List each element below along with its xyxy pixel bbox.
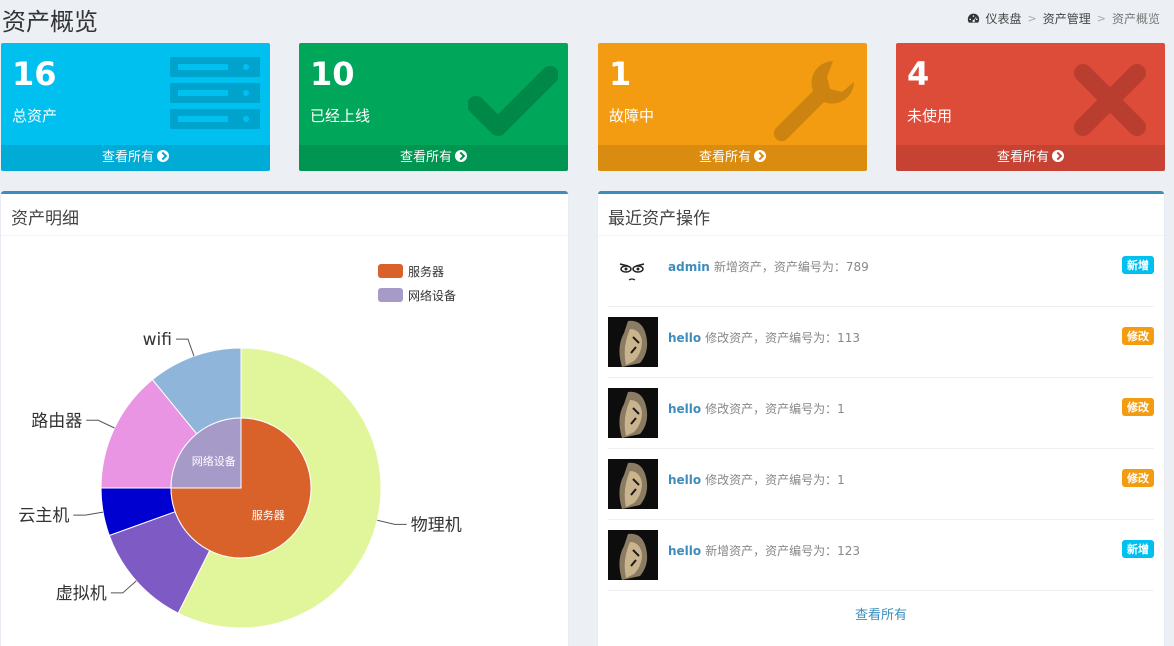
pie-chart: 物理机虚拟机云主机路由器wifi服务器网络设备服务器网络设备 xyxy=(18,264,462,629)
legend-label: 网络设备 xyxy=(408,288,456,303)
stat-label: 未使用 xyxy=(907,107,953,125)
operation-text: admin 新增资产，资产编号为：789 xyxy=(668,258,869,275)
breadcrumb-separator: > xyxy=(1096,12,1106,25)
view-all-link[interactable]: 查看所有 xyxy=(299,145,568,171)
slice-label: 路由器 xyxy=(31,411,82,431)
slice-label: 物理机 xyxy=(411,515,462,535)
operation-action: 新增资产，资产编号为：789 xyxy=(713,260,869,274)
stat-label: 总资产 xyxy=(12,107,58,125)
operation-user[interactable]: hello xyxy=(668,402,701,416)
server-icon xyxy=(170,57,260,129)
operation-action: 修改资产，资产编号为：1 xyxy=(705,402,845,416)
operation-badge: 修改 xyxy=(1122,469,1154,487)
view-all-link[interactable]: 查看所有 xyxy=(598,145,867,171)
inner-slice-label: 服务器 xyxy=(252,509,285,522)
arrow-circle-right-icon xyxy=(157,150,169,162)
breadcrumb-separator: > xyxy=(1027,12,1037,25)
legend-label: 服务器 xyxy=(408,264,444,279)
view-all-link[interactable]: 查看所有 xyxy=(1,145,270,171)
arrow-circle-right-icon xyxy=(1052,150,1064,162)
stat-value: 4 xyxy=(907,55,930,93)
stat-value: 10 xyxy=(310,55,355,93)
slice-label: 虚拟机 xyxy=(56,584,107,604)
label-line xyxy=(86,419,115,429)
breadcrumb-dashboard[interactable]: 仪表盘 xyxy=(986,10,1022,27)
legend-swatch xyxy=(378,288,403,302)
dark-photo-avatar xyxy=(608,388,658,438)
operation-item: hello 新增资产，资产编号为：123 新增 xyxy=(608,520,1154,591)
legend-swatch xyxy=(378,264,403,278)
asset-chart: 物理机 虚拟机 云主机 路由器 wifi 服务器 网络设备 服务器 网络设备 xyxy=(1,238,567,646)
asset-detail-panel: 资产明细 物理机 虚拟机 云主机 路由器 wifi 服务器 网络设备 服务器 网络设备 xyxy=(1,191,568,646)
arrow-circle-right-icon xyxy=(455,150,467,162)
label-line xyxy=(175,338,195,357)
operation-text: hello 新增资产，资产编号为：123 xyxy=(668,542,860,559)
operation-item: admin 新增资产，资产编号为：789 新增 xyxy=(608,236,1154,307)
slice-label: wifi xyxy=(143,330,172,350)
stat-box-unused: 4 未使用 查看所有 xyxy=(896,43,1165,171)
dark-photo-avatar xyxy=(608,459,658,509)
operation-text: hello 修改资产，资产编号为：113 xyxy=(668,329,860,346)
recent-operations-panel: 最近资产操作 admin 新增资产，资产编号为：789 新增 hello 修改资产，资产… xyxy=(598,191,1164,646)
operation-action: 新增资产，资产编号为：123 xyxy=(705,544,861,558)
operation-badge: 新增 xyxy=(1122,256,1154,274)
x-icon xyxy=(1074,64,1146,136)
operation-badge: 修改 xyxy=(1122,398,1154,416)
dark-photo-avatar xyxy=(608,317,658,367)
stat-box-total: 16 总资产 查看所有 xyxy=(1,43,270,171)
operation-badge: 修改 xyxy=(1122,327,1154,345)
stat-value: 1 xyxy=(609,55,632,93)
panel-title: 最近资产操作 xyxy=(598,194,1164,236)
page-title: 资产概览 xyxy=(2,8,98,36)
arrow-circle-right-icon xyxy=(754,150,766,162)
view-all-link[interactable]: 查看所有 xyxy=(896,145,1165,171)
label-line xyxy=(73,511,104,516)
wrench-icon xyxy=(773,61,854,142)
view-all-operations-link[interactable]: 查看所有 xyxy=(598,591,1164,623)
operation-action: 修改资产，资产编号为：1 xyxy=(705,473,845,487)
operation-user[interactable]: admin xyxy=(668,260,710,274)
inner-slice-label: 网络设备 xyxy=(192,454,236,468)
stat-label: 故障中 xyxy=(609,107,655,125)
slice-label: 云主机 xyxy=(18,506,69,526)
panel-title: 资产明细 xyxy=(1,194,568,236)
operation-user[interactable]: hello xyxy=(668,473,701,487)
operation-user[interactable]: hello xyxy=(668,331,701,345)
breadcrumb: 仪表盘 > 资产管理 > 资产概览 xyxy=(967,10,1160,27)
operation-badge: 新增 xyxy=(1122,540,1154,558)
breadcrumb-current: 资产概览 xyxy=(1111,12,1160,26)
operation-item: hello 修改资产，资产编号为：113 修改 xyxy=(608,307,1154,378)
operation-text: hello 修改资产，资产编号为：1 xyxy=(668,471,845,488)
stat-label: 已经上线 xyxy=(310,107,371,125)
operations-list: admin 新增资产，资产编号为：789 新增 hello 修改资产，资产编号为：113… xyxy=(598,236,1164,591)
operation-item: hello 修改资产，资产编号为：1 修改 xyxy=(608,378,1154,449)
cartoon-face-avatar xyxy=(608,246,658,296)
operation-action: 修改资产，资产编号为：113 xyxy=(705,331,861,345)
stat-value: 16 xyxy=(12,55,57,93)
operation-user[interactable]: hello xyxy=(668,544,701,558)
stat-box-online: 10 已经上线 查看所有 xyxy=(299,43,568,171)
dashboard-icon xyxy=(967,13,979,23)
operation-item: hello 修改资产，资产编号为：1 修改 xyxy=(608,449,1154,520)
breadcrumb-asset-management[interactable]: 资产管理 xyxy=(1043,10,1091,27)
stat-box-fault: 1 故障中 查看所有 xyxy=(598,43,867,171)
operation-text: hello 修改资产，资产编号为：1 xyxy=(668,400,845,417)
label-line xyxy=(377,519,407,525)
dark-photo-avatar xyxy=(608,530,658,580)
check-icon xyxy=(468,66,558,136)
label-line xyxy=(110,580,137,594)
